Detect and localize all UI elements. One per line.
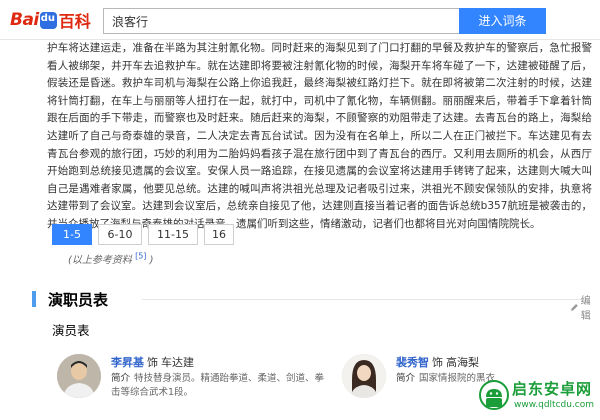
logo-baike-text: 百科	[58, 12, 91, 31]
avatar[interactable]	[342, 354, 386, 398]
pencil-icon	[570, 303, 578, 311]
watermark-title: 启东安卓网	[512, 380, 593, 398]
reference-note-text: (以上参考资料	[68, 255, 132, 266]
intro-label: 简介	[396, 373, 416, 384]
edit-label: 编辑	[580, 296, 591, 322]
android-logo-icon	[479, 380, 509, 410]
pager-tab-16[interactable]: 16	[204, 224, 234, 245]
actor-photo-placeholder	[57, 354, 101, 398]
cast-section-header: 演职员表 编辑	[32, 290, 600, 322]
cast-intro: 简介 特技替身演员。精通跆拳道、柔道、剑道、拳击等综合武术1段。	[111, 372, 325, 400]
reference-link[interactable]: [5]	[135, 252, 146, 261]
baidu-baike-logo[interactable]: Bai 百科	[10, 8, 91, 32]
role-prefix: 饰	[147, 356, 158, 369]
edit-link[interactable]: 编辑	[570, 292, 600, 322]
section-accent-bar	[32, 291, 36, 307]
role-name: 车达建	[161, 356, 194, 369]
intro-label: 简介	[111, 373, 131, 384]
cast-card[interactable]: 李昇基饰车达建 简介 特技替身演员。精通跆拳道、柔道、剑道、拳击等综合武术1段。	[57, 354, 327, 420]
actor-name-link[interactable]: 裴秀智	[396, 356, 429, 369]
actor-name-link[interactable]: 李昇基	[111, 356, 144, 369]
top-header: Bai 百科 进入词条	[0, 0, 600, 40]
reference-note: (以上参考资料 [5] )	[68, 251, 154, 266]
reference-note-close: )	[149, 255, 154, 266]
search-input[interactable]	[103, 8, 459, 34]
site-watermark: 启东安卓网 www.qdltcdu.com	[478, 374, 600, 420]
paw-icon	[39, 11, 57, 29]
role-name: 高海梨	[446, 356, 479, 369]
enter-entry-button[interactable]: 进入词条	[459, 8, 546, 34]
pager-tab-11-15[interactable]: 11-15	[148, 224, 198, 245]
pager-tab-6-10[interactable]: 6-10	[98, 224, 142, 245]
role-prefix: 饰	[432, 356, 443, 369]
avatar[interactable]	[57, 354, 101, 398]
episode-pager: 1-5 6-10 11-15 16	[52, 224, 234, 245]
cast-name-line: 裴秀智饰高海梨	[396, 354, 479, 370]
section-divider	[142, 299, 582, 300]
section-title: 演职员表	[48, 291, 109, 309]
pager-tab-1-5[interactable]: 1-5	[52, 224, 92, 245]
intro-text: 特技替身演员。精通跆拳道、柔道、剑道、拳击等综合武术1段。	[111, 373, 325, 398]
logo-bai-text: Bai	[10, 10, 39, 30]
watermark-url: www.qdltcdu.com	[514, 400, 595, 410]
cast-subtitle: 演员表	[52, 323, 90, 338]
plot-article: 护车将达建运走，准备在半路为其注射氰化物。同时赶来的海梨见到了门口打翻的早餐及救…	[47, 40, 592, 234]
cast-name-line: 李昇基饰车达建	[111, 354, 194, 370]
plot-paragraph: 护车将达建运走，准备在半路为其注射氰化物。同时赶来的海梨见到了门口打翻的早餐及救…	[47, 42, 592, 230]
actor-photo-placeholder	[342, 354, 386, 398]
